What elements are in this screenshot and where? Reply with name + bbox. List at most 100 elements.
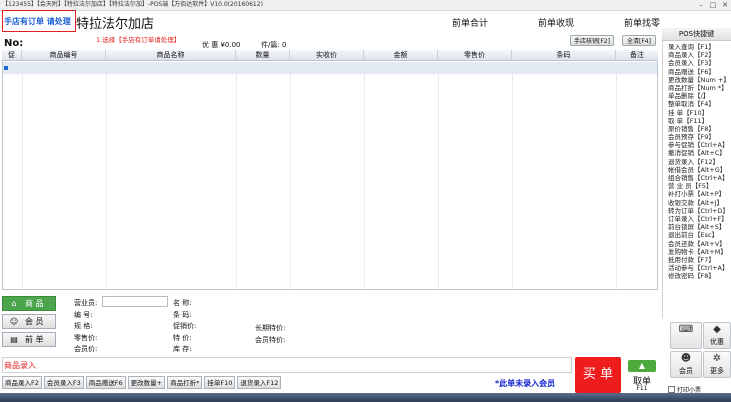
fkey-return[interactable]: 退货录入F12 — [237, 376, 282, 389]
shortcut-item[interactable]: 退出前台【Esc】 — [668, 231, 731, 239]
long-special-label: 长期特价: — [255, 324, 286, 332]
col-barcode[interactable]: 条码 — [512, 50, 616, 60]
prev-received-label: 前单收现 — [538, 19, 575, 29]
shortcut-item[interactable]: 录入查询【F1】 — [668, 43, 731, 51]
close-icon[interactable]: ✕ — [719, 0, 731, 10]
code-label: 编 号: — [74, 311, 93, 319]
order-number-label: No: — [4, 38, 24, 49]
col-remark[interactable]: 备注 — [616, 50, 658, 60]
barcode-label: 条 码: — [173, 311, 192, 319]
discount-tile-label: 优惠 — [710, 338, 724, 346]
grid-divider — [364, 61, 365, 290]
home-icon: ⌂ — [11, 299, 17, 308]
maximize-icon[interactable]: □ — [707, 0, 719, 10]
col-promo[interactable]: 促 — [2, 50, 22, 60]
discount-tile[interactable]: ◆ 优惠 — [703, 322, 731, 349]
shortcut-item[interactable]: 退货录入【F12】 — [668, 158, 731, 166]
product-entry-label: 商品录入 — [4, 361, 36, 370]
shortcut-item[interactable]: 商品录入【F2】 — [668, 51, 731, 59]
discount-display: 优 惠 ¥0.00 — [202, 41, 241, 49]
stock-label: 库 存: — [173, 345, 192, 353]
operator-input[interactable] — [102, 296, 168, 307]
user-icon: ☺ — [9, 317, 19, 326]
row-indicator-icon — [4, 66, 8, 70]
fkey-member-entry[interactable]: 会员录入F3 — [43, 376, 84, 389]
shortcut-item[interactable]: 撤消促销【Alt+C】 — [668, 149, 731, 157]
handheld-verify-button[interactable]: 手店核销[F2] — [570, 35, 614, 46]
left-tab-group: ⌂ 商 品 ☺ 会 员 ▤ 前 单 — [2, 296, 56, 350]
name-label: 名 称: — [173, 299, 192, 307]
shortcut-item[interactable]: 组合销售【Ctrl+A】 — [668, 174, 731, 182]
tab-products[interactable]: ⌂ 商 品 — [2, 296, 56, 311]
grid-divider — [290, 61, 291, 290]
grid-divider — [236, 61, 237, 290]
product-entry-input[interactable] — [2, 357, 572, 373]
col-code[interactable]: 商品编号 — [22, 50, 106, 60]
clear-all-button[interactable]: 全清[F4] — [622, 35, 656, 46]
shortcut-item[interactable]: 整单取消【F4】 — [668, 100, 731, 108]
shortcut-item[interactable]: 会员录入【F3】 — [668, 59, 731, 67]
col-name[interactable]: 商品名称 — [106, 50, 236, 60]
checkout-button[interactable]: 买 单 — [575, 357, 621, 393]
store-name: 特拉法尔加店 — [76, 17, 155, 32]
receipt-icon: ▤ — [10, 335, 18, 344]
shortcut-item[interactable]: 补打小票【Alt+P】 — [668, 190, 731, 198]
shortcut-item[interactable]: 会员预存【F9】 — [668, 133, 731, 141]
minimize-icon[interactable]: – — [695, 0, 707, 10]
fkey-change-qty[interactable]: 更改数量+ — [127, 376, 166, 389]
tab-previous-order-label: 前 单 — [25, 335, 44, 344]
shortcut-item[interactable]: 更改数量【Num +】 — [668, 76, 731, 84]
tab-members[interactable]: ☺ 会 员 — [2, 314, 56, 329]
shortcut-item[interactable]: 会员还款【Alt+V】 — [668, 240, 731, 248]
shortcut-item[interactable]: 收银交款【Alt+J】 — [668, 199, 731, 207]
tab-previous-order[interactable]: ▤ 前 单 — [2, 332, 56, 347]
col-retail[interactable]: 零售价 — [438, 50, 512, 60]
keyboard-tile[interactable]: ⌨ — [670, 322, 702, 349]
shortcut-item[interactable]: 发购物卡【Alt+M】 — [668, 248, 731, 256]
col-paid-price[interactable]: 实收价 — [290, 50, 364, 60]
shortcut-item[interactable]: 抵用付款【F7】 — [668, 256, 731, 264]
grid-divider — [22, 61, 23, 290]
shortcut-item[interactable]: 单品删除【/】 — [668, 92, 731, 100]
member-price-label: 会员价: — [74, 345, 98, 353]
instruction-note: 1.选择【手店有订单请处理】 — [96, 36, 181, 44]
shortcut-item[interactable]: 取 单【F11】 — [668, 117, 731, 125]
table-header: 促 商品编号 商品名称 数量 实收价 金额 零售价 条码 备注 — [2, 50, 658, 61]
spec-label: 规 格: — [74, 322, 93, 330]
table-row[interactable] — [3, 62, 657, 74]
members-tile-label: 会员 — [679, 367, 693, 375]
col-amount[interactable]: 金额 — [364, 50, 438, 60]
fkey-discount[interactable]: 商品打折* — [167, 376, 203, 389]
sales-table[interactable] — [2, 50, 658, 290]
shortcut-item[interactable]: 修改密码【F8】 — [668, 272, 731, 280]
shortcut-item[interactable]: 商品赠送【F6】 — [668, 68, 731, 76]
grid-divider — [616, 61, 617, 290]
more-tile[interactable]: ✲ 更多 — [703, 351, 731, 378]
window-titlebar: 【123455】【会天附】【特拉法尔加店】【特拉法尔加】-POS端【万佰达软件】… — [0, 0, 731, 11]
shortcut-item[interactable]: 原价销售【F8】 — [668, 125, 731, 133]
pending-orders-link[interactable]: 手店有订单 请处理 — [4, 16, 71, 27]
checkbox-icon — [668, 386, 675, 393]
shortcut-item[interactable]: 转为订单【Ctrl+D】 — [668, 207, 731, 215]
fkey-gift[interactable]: 商品赠送F6 — [85, 376, 126, 389]
shortcut-item[interactable]: 参与促销【Ctrl+A】 — [668, 141, 731, 149]
shortcut-item[interactable]: 营 业 员【F5】 — [668, 182, 731, 190]
prev-total-label: 前单合计 — [452, 19, 489, 29]
shortcut-item[interactable]: 前台锁屏【Alt+S】 — [668, 223, 731, 231]
operator-label: 营业员: — [74, 299, 98, 307]
shortcut-item[interactable]: 活动参与【Ctrl+A】 — [668, 264, 731, 272]
more-tile-label: 更多 — [710, 367, 724, 375]
shortcut-item[interactable]: 挂 单【F10】 — [668, 109, 731, 117]
members-tile[interactable]: ☻ 会员 — [670, 351, 702, 378]
shortcut-item[interactable]: 商品打折【Num *】 — [668, 84, 731, 92]
special-price-label: 特 价: — [173, 334, 192, 342]
up-arrow-icon[interactable]: ▲ — [628, 360, 656, 372]
shortcut-item[interactable]: 帐借会员【Alt+G】 — [668, 166, 731, 174]
promo-price-label: 促销价: — [173, 322, 197, 330]
grid-divider — [512, 61, 513, 290]
tag-icon: ◆ — [713, 324, 721, 335]
fkey-hold[interactable]: 挂单F10 — [204, 376, 236, 389]
fkey-product-entry[interactable]: 商品录入F2 — [2, 376, 42, 389]
shortcut-item[interactable]: 订单录入【Ctrl+F】 — [668, 215, 731, 223]
col-qty[interactable]: 数量 — [236, 50, 290, 60]
